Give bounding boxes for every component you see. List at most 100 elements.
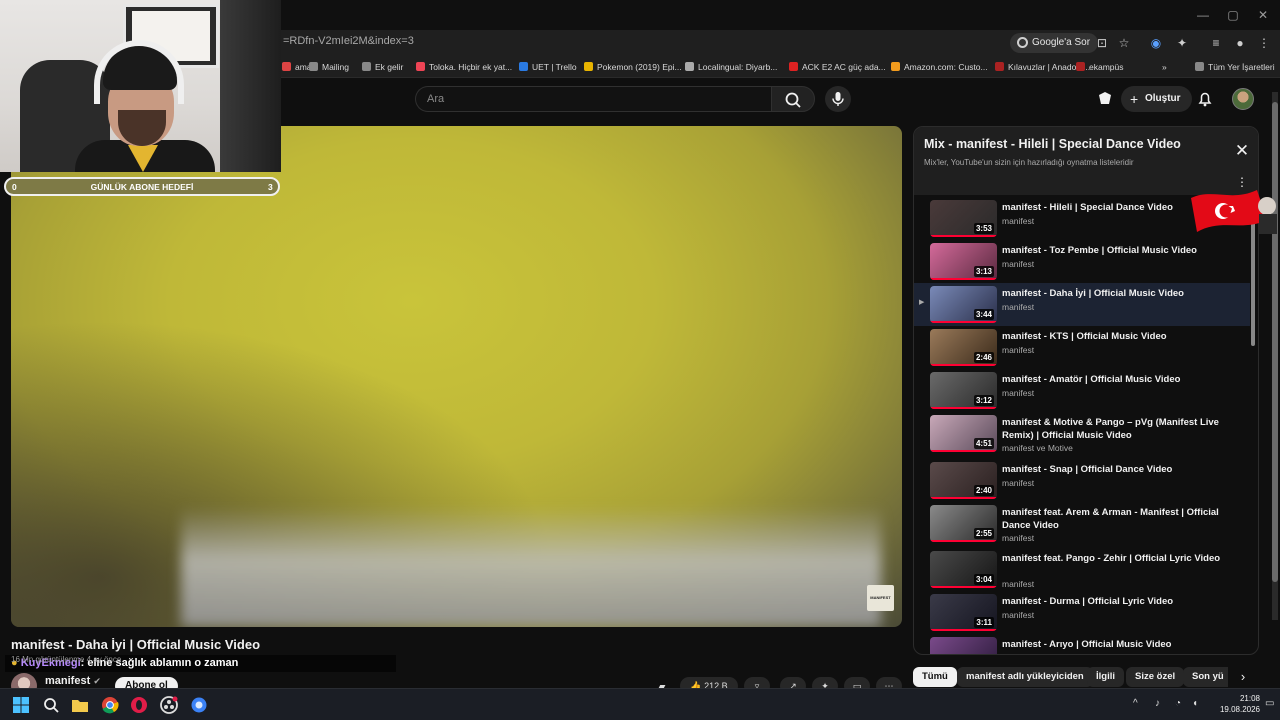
create-button[interactable]: + Oluştur	[1121, 86, 1192, 112]
video-thumbnail[interactable]: 3:12	[930, 372, 997, 409]
tray-chevron-icon[interactable]: ^	[1133, 698, 1138, 709]
video-duration: 4:51	[973, 438, 994, 449]
goal-target: 3	[268, 182, 273, 192]
bookmark-item[interactable]: ama	[282, 60, 312, 74]
network-icon[interactable]: ◔	[1175, 698, 1181, 709]
close-icon[interactable]: ✕	[1232, 141, 1252, 161]
playlist-item-channel: manifest	[1002, 259, 1035, 269]
filter-chip[interactable]: Son yü	[1183, 667, 1228, 687]
filter-chip[interactable]: Size özel	[1126, 667, 1185, 687]
bookmark-favicon-icon	[995, 62, 1004, 71]
playlist-item[interactable]: 2:40 manifest - Snap | Official Dance Vid…	[914, 459, 1250, 502]
maximize-button[interactable]: ▢	[1218, 6, 1248, 24]
playlist-item[interactable]: manifest - Arıyo | Official Music Video m…	[914, 634, 1250, 654]
extensions-icon[interactable]: ✦	[1174, 35, 1190, 51]
minimize-button[interactable]: —	[1188, 6, 1218, 24]
extension-voice-icon[interactable]: ◉	[1148, 35, 1164, 51]
playlist-item-channel: manifest	[1002, 478, 1035, 488]
bookmark-label: ekampüs	[1089, 62, 1124, 72]
page-scrollbar[interactable]	[1272, 92, 1278, 620]
watched-progress-bar	[930, 364, 997, 366]
playlist-item-title: manifest feat. Pango - Zehir | Official …	[1002, 553, 1221, 564]
voice-search-button[interactable]	[825, 86, 851, 112]
playlist-item[interactable]: 3:13 manifest - Toz Pembe | Official Musi…	[914, 240, 1250, 283]
playlist-item-title: manifest & Motive & Pango – pVg (Manifes…	[1002, 417, 1219, 441]
video-thumbnail[interactable]: 2:55	[930, 505, 997, 542]
bookmark-item[interactable]: Amazon.com: Custo...	[891, 60, 988, 74]
notifications-icon[interactable]	[1195, 89, 1215, 109]
windows-start-icon[interactable]	[10, 694, 32, 716]
url-text[interactable]: =RDfn-V2mIei2M&index=3	[283, 35, 414, 47]
bookmark-item[interactable]: »	[1162, 60, 1167, 74]
playlist-item[interactable]: 4:51 manifest & Motive & Pango – pVg (Man…	[914, 412, 1250, 458]
tab-search-icon[interactable]: ≡	[1208, 35, 1224, 51]
video-thumbnail[interactable]: 3:44	[930, 286, 997, 323]
close-window-button[interactable]: ✕	[1248, 6, 1278, 24]
notification-center-icon[interactable]: ▭	[1265, 698, 1274, 709]
screen: — ▢ ✕ =RDfn-V2mIei2M&index=3 Google'a So…	[0, 0, 1280, 720]
chat-overlay: 16 Mn görüntülenme 4 ay önce ● KuyEkmegi…	[5, 655, 396, 672]
playlist-item[interactable]: 3:04 manifest feat. Pango - Zehir | Offic…	[914, 548, 1250, 594]
playlist-item[interactable]: 3:12 manifest - Amatör | Official Music V…	[914, 369, 1250, 412]
browser-menu-icon[interactable]: ⋮	[1256, 35, 1272, 51]
video-duration: 3:53	[973, 223, 994, 234]
bookmark-item[interactable]: UET | Trello	[519, 60, 577, 74]
video-player[interactable]	[11, 126, 902, 627]
video-thumbnail[interactable]	[930, 637, 997, 654]
premium-extension-icon[interactable]	[1095, 89, 1115, 109]
video-thumbnail[interactable]: 3:11	[930, 594, 997, 631]
bookmark-favicon-icon	[1076, 62, 1085, 71]
video-thumbnail[interactable]: 2:46	[930, 329, 997, 366]
playlist-item[interactable]: ▶ 3:44 manifest - Daha İyi | Official Musi…	[914, 283, 1250, 326]
chrome-icon[interactable]	[99, 694, 121, 716]
bookmark-item[interactable]: Tüm Yer İşaretleri	[1195, 60, 1275, 74]
taskbar-clock[interactable]: 21:08 19.08.2026	[1208, 693, 1260, 715]
filter-chip[interactable]: Tümü	[913, 667, 957, 687]
clock-time: 21:08	[1239, 694, 1260, 703]
bookmark-item[interactable]: ekampüs	[1076, 60, 1124, 74]
webcam-overlay	[0, 0, 281, 172]
bookmark-item[interactable]: Pokemon (2019) Epi...	[584, 60, 682, 74]
search-input[interactable]: Ara	[415, 86, 772, 112]
app-circle-icon[interactable]	[188, 694, 210, 716]
playlist-item-title: manifest feat. Arem & Arman - Manifest |…	[1002, 507, 1219, 531]
playlist-item-channel: manifest	[1002, 579, 1035, 589]
bookmark-item[interactable]: Ek gelir	[362, 60, 403, 74]
video-thumbnail[interactable]: 3:53	[930, 200, 997, 237]
video-thumbnail[interactable]: 4:51	[930, 415, 997, 452]
filter-chip[interactable]: manifest adlı yükleyiciden	[957, 667, 1093, 687]
volume-icon[interactable]: ◖	[1192, 698, 1198, 709]
opera-icon[interactable]	[128, 694, 150, 716]
search-taskbar-icon[interactable]	[40, 694, 62, 716]
bookmark-item[interactable]: Mailing	[309, 60, 349, 74]
chevron-right-icon[interactable]: ›	[1234, 667, 1252, 687]
google-ask-button[interactable]: Google'a Sor	[1010, 33, 1099, 53]
obs-icon[interactable]	[158, 694, 180, 716]
bookmark-item[interactable]: Localingual: Diyarb...	[685, 60, 777, 74]
bookmark-label: Pokemon (2019) Epi...	[597, 62, 682, 72]
mic-tray-icon[interactable]: ♪	[1155, 698, 1160, 709]
playlist-item[interactable]: 2:55 manifest feat. Arem & Arman - Manife…	[914, 502, 1250, 548]
video-thumbnail[interactable]: 3:13	[930, 243, 997, 280]
search-button[interactable]	[771, 86, 815, 112]
bookmark-favicon-icon	[309, 62, 318, 71]
video-frame-blur	[181, 506, 881, 627]
bookmark-item[interactable]: Toloka. Hiçbir ek yat...	[416, 60, 512, 74]
account-avatar[interactable]	[1232, 88, 1254, 110]
channel-watermark[interactable]: MANIFEST	[867, 585, 894, 611]
playlist-item-title: manifest - KTS | Official Music Video	[1002, 331, 1167, 342]
file-explorer-icon[interactable]	[69, 694, 91, 716]
install-app-icon[interactable]: ⊡	[1094, 35, 1110, 51]
bookmark-star-icon[interactable]: ☆	[1116, 35, 1132, 51]
playlist-item-title: manifest - Daha İyi | Official Music Vid…	[1002, 288, 1184, 299]
channel-name[interactable]: manifest ✔	[45, 675, 101, 687]
bookmark-item[interactable]: ACK E2 AC güç ada...	[789, 60, 886, 74]
playlist-item[interactable]: 2:46 manifest - KTS | Official Music Vide…	[914, 326, 1250, 369]
video-thumbnail[interactable]: 3:04	[930, 551, 997, 588]
playlist-item[interactable]: 3:11 manifest - Durma | Official Lyric Vi…	[914, 591, 1250, 634]
google-ask-label: Google'a Sor	[1032, 37, 1091, 48]
filter-chip[interactable]: İlgili	[1087, 667, 1124, 687]
profile-icon[interactable]: ●	[1232, 35, 1248, 51]
bookmark-favicon-icon	[685, 62, 694, 71]
video-thumbnail[interactable]: 2:40	[930, 462, 997, 499]
